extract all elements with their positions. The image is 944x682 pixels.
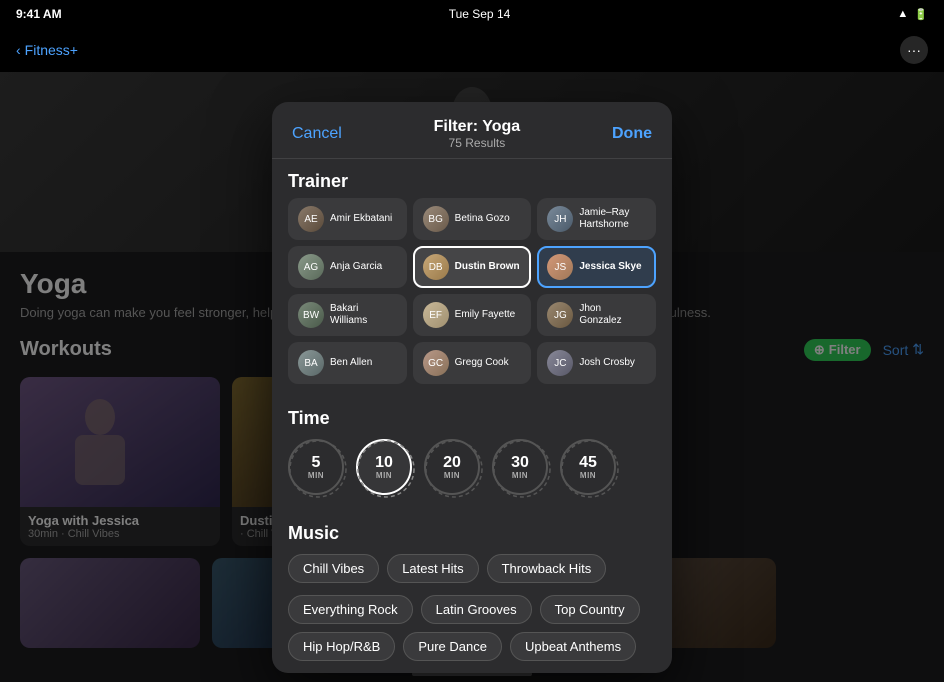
sheet-title-area: Filter: Yoga 75 Results <box>434 118 521 150</box>
music-section-label: Music <box>272 511 672 550</box>
time-20min[interactable]: 20 MIN <box>424 439 480 495</box>
avatar-anja: AG <box>298 254 324 280</box>
trainer-name-jhon: Jhon Gonzalez <box>579 303 646 327</box>
status-date: Tue Sep 14 <box>449 7 511 21</box>
music-tag-throwback-hits[interactable]: Throwback Hits <box>487 554 607 583</box>
more-button[interactable]: ··· <box>900 36 928 64</box>
avatar-ben: BA <box>298 350 324 376</box>
trainer-name-emily: Emily Fayette <box>455 309 516 321</box>
music-tag-hip-hop[interactable]: Hip Hop/R&B <box>288 632 395 661</box>
trainer-item-ben[interactable]: BA Ben Allen <box>288 342 407 384</box>
avatar-bakari: BW <box>298 302 324 328</box>
trainer-item-josh[interactable]: JC Josh Crosby <box>537 342 656 384</box>
trainer-item-bakari[interactable]: BW Bakari Williams <box>288 294 407 336</box>
status-time: 9:41 AM <box>16 7 62 21</box>
avatar-jamie: JH <box>547 206 573 232</box>
music-tags-row3: Hip Hop/R&B Pure Dance Upbeat Anthems <box>272 632 672 669</box>
trainer-item-jamie[interactable]: JH Jamie–Ray Hartshorne <box>537 198 656 240</box>
status-icons: ▲ 🔋 <box>897 8 928 21</box>
time-5min[interactable]: 5 MIN <box>288 439 344 495</box>
music-section: Music Chill Vibes Latest Hits Throwback … <box>272 507 672 673</box>
music-tags-row2: Everything Rock Latin Grooves Top Countr… <box>272 591 672 632</box>
trainer-item-betina[interactable]: BG Betina Gozo <box>413 198 532 240</box>
trainer-item-gregg[interactable]: GC Gregg Cook <box>413 342 532 384</box>
trainer-item-jhon[interactable]: JG Jhon Gonzalez <box>537 294 656 336</box>
trainer-name-jamie: Jamie–Ray Hartshorne <box>579 207 646 231</box>
music-tag-chill-vibes[interactable]: Chill Vibes <box>288 554 379 583</box>
trainer-item-anja[interactable]: AG Anja Garcia <box>288 246 407 288</box>
battery-icon: 🔋 <box>914 8 928 21</box>
dots-icon: ··· <box>907 42 921 58</box>
trainer-item-jessica[interactable]: JS Jessica Skye <box>537 246 656 288</box>
sheet-title: Filter: Yoga <box>434 118 521 136</box>
trainer-name-ben: Ben Allen <box>330 357 372 369</box>
trainer-name-betina: Betina Gozo <box>455 213 510 225</box>
done-button[interactable]: Done <box>612 125 652 143</box>
avatar-amir: AE <box>298 206 324 232</box>
avatar-emily: EF <box>423 302 449 328</box>
trainer-item-emily[interactable]: EF Emily Fayette <box>413 294 532 336</box>
time-section-label: Time <box>272 396 672 435</box>
avatar-josh: JC <box>547 350 573 376</box>
modal-overlay: Cancel Filter: Yoga 75 Results Done Trai… <box>0 72 944 682</box>
trainer-grid: AE Amir Ekbatani BG Betina Gozo JH Jamie… <box>272 198 672 392</box>
trainer-item-dustin[interactable]: DB Dustin Brown <box>413 246 532 288</box>
time-30min[interactable]: 30 MIN <box>492 439 548 495</box>
time-circles: 5 MIN 10 MIN 20 MIN <box>272 435 672 499</box>
music-tag-pure-dance[interactable]: Pure Dance <box>403 632 502 661</box>
back-button[interactable]: ‹ Fitness+ <box>16 42 78 58</box>
trainer-name-gregg: Gregg Cook <box>455 357 509 369</box>
trainer-section-label: Trainer <box>272 159 672 198</box>
trainer-name-bakari: Bakari Williams <box>330 303 397 327</box>
trainer-name-dustin: Dustin Brown <box>455 261 520 273</box>
trainer-name-jessica: Jessica Skye <box>579 261 641 273</box>
back-label: Fitness+ <box>25 42 78 58</box>
avatar-betina: BG <box>423 206 449 232</box>
cancel-button[interactable]: Cancel <box>292 125 342 143</box>
avatar-gregg: GC <box>423 350 449 376</box>
trainer-name-josh: Josh Crosby <box>579 357 635 369</box>
music-tags-row1: Chill Vibes Latest Hits Throwback Hits <box>272 550 672 591</box>
trainer-name-anja: Anja Garcia <box>330 261 382 273</box>
avatar-jhon: JG <box>547 302 573 328</box>
nav-bar: ‹ Fitness+ ··· <box>0 28 944 72</box>
time-10min[interactable]: 10 MIN <box>356 439 412 495</box>
sheet-results: 75 Results <box>434 136 521 150</box>
wifi-icon: ▲ <box>897 8 908 20</box>
filter-sheet: Cancel Filter: Yoga 75 Results Done Trai… <box>272 102 672 673</box>
trainer-item-amir[interactable]: AE Amir Ekbatani <box>288 198 407 240</box>
music-tag-latest-hits[interactable]: Latest Hits <box>387 554 478 583</box>
avatar-jessica: JS <box>547 254 573 280</box>
sheet-header: Cancel Filter: Yoga 75 Results Done <box>272 102 672 159</box>
music-tag-top-country[interactable]: Top Country <box>540 595 640 624</box>
status-bar: 9:41 AM Tue Sep 14 ▲ 🔋 <box>0 0 944 28</box>
time-section: Time 5 MIN 10 MIN <box>272 392 672 507</box>
trainer-name-amir: Amir Ekbatani <box>330 213 392 225</box>
chevron-left-icon: ‹ <box>16 42 21 58</box>
time-45min[interactable]: 45 MIN <box>560 439 616 495</box>
music-tag-upbeat-anthems[interactable]: Upbeat Anthems <box>510 632 636 661</box>
music-tag-everything-rock[interactable]: Everything Rock <box>288 595 413 624</box>
avatar-dustin: DB <box>423 254 449 280</box>
music-tag-latin-grooves[interactable]: Latin Grooves <box>421 595 532 624</box>
